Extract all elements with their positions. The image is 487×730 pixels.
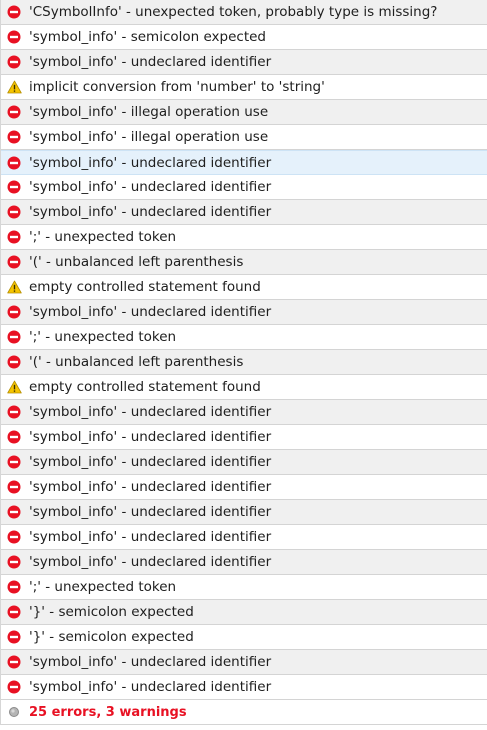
error-message-row[interactable]: '(' - unbalanced left parenthesis	[1, 350, 487, 375]
message-text: 'symbol_info' - undeclared identifier	[29, 179, 272, 195]
error-message-row[interactable]: ';' - unexpected token	[1, 575, 487, 600]
error-icon	[6, 529, 22, 545]
error-icon	[6, 204, 22, 220]
error-message-row[interactable]: 'symbol_info' - undeclared identifier	[1, 450, 487, 475]
error-message-row[interactable]: ';' - unexpected token	[1, 225, 487, 250]
message-text: '(' - unbalanced left parenthesis	[29, 354, 244, 370]
message-text: empty controlled statement found	[29, 279, 261, 295]
message-text: 'symbol_info' - semicolon expected	[29, 29, 267, 45]
warning-icon	[6, 379, 22, 395]
error-message-row[interactable]: 'symbol_info' - undeclared identifier	[1, 500, 487, 525]
message-text: 'symbol_info' - undeclared identifier	[29, 154, 272, 171]
warning-message-row[interactable]: implicit conversion from 'number' to 'st…	[1, 75, 487, 100]
message-text: 'symbol_info' - undeclared identifier	[29, 404, 272, 420]
error-message-row[interactable]: '(' - unbalanced left parenthesis	[1, 250, 487, 275]
error-icon	[6, 54, 22, 70]
message-text: implicit conversion from 'number' to 'st…	[29, 79, 325, 95]
error-message-row[interactable]: 'symbol_info' - illegal operation use	[1, 100, 487, 125]
error-icon	[6, 155, 22, 171]
error-message-row[interactable]: 'symbol_info' - undeclared identifier	[1, 475, 487, 500]
message-text: '}' - semicolon expected	[29, 629, 194, 645]
error-message-row[interactable]: 'symbol_info' - undeclared identifier	[1, 650, 487, 675]
message-text: 'symbol_info' - undeclared identifier	[29, 679, 272, 695]
error-icon	[6, 429, 22, 445]
error-icon	[6, 654, 22, 670]
error-icon	[6, 579, 22, 595]
message-text: 'symbol_info' - undeclared identifier	[29, 479, 272, 495]
message-text: '(' - unbalanced left parenthesis	[29, 254, 244, 270]
error-icon	[6, 479, 22, 495]
error-icon	[6, 304, 22, 320]
status-dot-icon	[6, 704, 22, 720]
error-message-row[interactable]: 'symbol_info' - undeclared identifier	[1, 675, 487, 700]
message-text: empty controlled statement found	[29, 379, 261, 395]
error-icon	[6, 104, 22, 120]
message-text: 'symbol_info' - undeclared identifier	[29, 504, 272, 520]
error-message-row[interactable]: 'symbol_info' - undeclared identifier	[1, 150, 487, 175]
message-text: 'symbol_info' - undeclared identifier	[29, 529, 272, 545]
error-message-row[interactable]: 'symbol_info' - undeclared identifier	[1, 50, 487, 75]
message-text: 'symbol_info' - undeclared identifier	[29, 454, 272, 470]
error-icon	[6, 504, 22, 520]
message-text: ';' - unexpected token	[29, 229, 177, 245]
message-text: 'symbol_info' - undeclared identifier	[29, 304, 272, 320]
compiler-messages-list[interactable]: 'CSymbolInfo' - unexpected token, probab…	[0, 0, 487, 725]
message-text: ';' - unexpected token	[29, 329, 177, 345]
error-icon	[6, 329, 22, 345]
error-icon	[6, 554, 22, 570]
message-text: 'CSymbolInfo' - unexpected token, probab…	[29, 4, 438, 20]
message-text: 'symbol_info' - undeclared identifier	[29, 204, 272, 220]
warning-icon	[6, 79, 22, 95]
error-icon	[6, 29, 22, 45]
warning-message-row[interactable]: empty controlled statement found	[1, 375, 487, 400]
message-text: 'symbol_info' - illegal operation use	[29, 129, 269, 145]
message-text: 'symbol_info' - illegal operation use	[29, 104, 269, 120]
message-text: 'symbol_info' - undeclared identifier	[29, 54, 272, 70]
error-message-row[interactable]: 'symbol_info' - undeclared identifier	[1, 200, 487, 225]
error-message-row[interactable]: '}' - semicolon expected	[1, 625, 487, 650]
error-icon	[6, 629, 22, 645]
message-text: 'symbol_info' - undeclared identifier	[29, 429, 272, 445]
error-icon	[6, 354, 22, 370]
error-message-row[interactable]: 'symbol_info' - undeclared identifier	[1, 400, 487, 425]
compile-summary-row: 25 errors, 3 warnings	[1, 700, 487, 725]
error-message-row[interactable]: 'symbol_info' - undeclared identifier	[1, 425, 487, 450]
error-message-row[interactable]: '}' - semicolon expected	[1, 600, 487, 625]
error-icon	[6, 179, 22, 195]
error-icon	[6, 129, 22, 145]
error-message-row[interactable]: ';' - unexpected token	[1, 325, 487, 350]
error-icon	[6, 454, 22, 470]
error-icon	[6, 254, 22, 270]
error-icon	[6, 4, 22, 20]
warning-message-row[interactable]: empty controlled statement found	[1, 275, 487, 300]
error-icon	[6, 229, 22, 245]
message-text: 'symbol_info' - undeclared identifier	[29, 554, 272, 570]
error-icon	[6, 679, 22, 695]
error-message-row[interactable]: 'symbol_info' - illegal operation use	[1, 125, 487, 150]
error-message-row[interactable]: 'symbol_info' - undeclared identifier	[1, 525, 487, 550]
error-message-row[interactable]: 'symbol_info' - undeclared identifier	[1, 175, 487, 200]
error-icon	[6, 604, 22, 620]
error-icon	[6, 404, 22, 420]
message-text: '}' - semicolon expected	[29, 604, 194, 620]
error-message-row[interactable]: 'symbol_info' - undeclared identifier	[1, 550, 487, 575]
summary-text: 25 errors, 3 warnings	[29, 704, 187, 720]
warning-icon	[6, 279, 22, 295]
error-message-row[interactable]: 'symbol_info' - undeclared identifier	[1, 300, 487, 325]
error-message-row[interactable]: 'symbol_info' - semicolon expected	[1, 25, 487, 50]
message-text: 'symbol_info' - undeclared identifier	[29, 654, 272, 670]
error-message-row[interactable]: 'CSymbolInfo' - unexpected token, probab…	[1, 0, 487, 25]
message-text: ';' - unexpected token	[29, 579, 177, 595]
